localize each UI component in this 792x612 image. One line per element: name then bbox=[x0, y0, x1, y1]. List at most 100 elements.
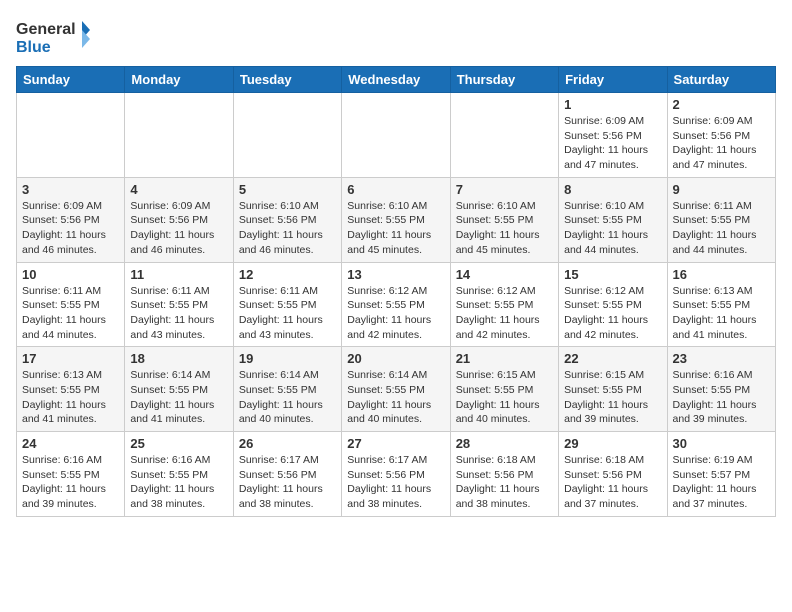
day-info: Sunrise: 6:09 AM Sunset: 5:56 PM Dayligh… bbox=[673, 114, 770, 173]
calendar-cell: 12 Sunrise: 6:11 AM Sunset: 5:55 PM Dayli… bbox=[233, 262, 341, 347]
day-info: Sunrise: 6:09 AM Sunset: 5:56 PM Dayligh… bbox=[130, 199, 227, 258]
day-number: 20 bbox=[347, 351, 444, 366]
logo: GeneralBlue bbox=[16, 16, 96, 58]
day-header-thursday: Thursday bbox=[450, 67, 558, 93]
day-number: 21 bbox=[456, 351, 553, 366]
logo-icon: GeneralBlue bbox=[16, 16, 96, 58]
day-header-wednesday: Wednesday bbox=[342, 67, 450, 93]
day-info: Sunrise: 6:10 AM Sunset: 5:55 PM Dayligh… bbox=[347, 199, 444, 258]
calendar-cell: 25 Sunrise: 6:16 AM Sunset: 5:55 PM Dayli… bbox=[125, 432, 233, 517]
day-info: Sunrise: 6:15 AM Sunset: 5:55 PM Dayligh… bbox=[456, 368, 553, 427]
calendar-cell bbox=[125, 93, 233, 178]
day-info: Sunrise: 6:11 AM Sunset: 5:55 PM Dayligh… bbox=[22, 284, 119, 343]
calendar-cell: 13 Sunrise: 6:12 AM Sunset: 5:55 PM Dayli… bbox=[342, 262, 450, 347]
day-info: Sunrise: 6:11 AM Sunset: 5:55 PM Dayligh… bbox=[239, 284, 336, 343]
day-number: 15 bbox=[564, 267, 661, 282]
day-info: Sunrise: 6:14 AM Sunset: 5:55 PM Dayligh… bbox=[130, 368, 227, 427]
day-header-tuesday: Tuesday bbox=[233, 67, 341, 93]
calendar-cell: 15 Sunrise: 6:12 AM Sunset: 5:55 PM Dayli… bbox=[559, 262, 667, 347]
day-number: 10 bbox=[22, 267, 119, 282]
day-number: 6 bbox=[347, 182, 444, 197]
calendar-week-1: 1 Sunrise: 6:09 AM Sunset: 5:56 PM Daylig… bbox=[17, 93, 776, 178]
day-number: 19 bbox=[239, 351, 336, 366]
day-info: Sunrise: 6:17 AM Sunset: 5:56 PM Dayligh… bbox=[239, 453, 336, 512]
day-info: Sunrise: 6:14 AM Sunset: 5:55 PM Dayligh… bbox=[239, 368, 336, 427]
day-number: 30 bbox=[673, 436, 770, 451]
day-number: 2 bbox=[673, 97, 770, 112]
calendar-cell: 7Sunrise: 6:10 AM Sunset: 5:55 PM Daylig… bbox=[450, 177, 558, 262]
calendar-cell: 10 Sunrise: 6:11 AM Sunset: 5:55 PM Dayli… bbox=[17, 262, 125, 347]
calendar-header-row: SundayMondayTuesdayWednesdayThursdayFrid… bbox=[17, 67, 776, 93]
day-info: Sunrise: 6:16 AM Sunset: 5:55 PM Dayligh… bbox=[130, 453, 227, 512]
day-info: Sunrise: 6:16 AM Sunset: 5:55 PM Dayligh… bbox=[673, 368, 770, 427]
day-number: 4 bbox=[130, 182, 227, 197]
calendar-cell: 6 Sunrise: 6:10 AM Sunset: 5:55 PM Daylig… bbox=[342, 177, 450, 262]
calendar-cell: 20 Sunrise: 6:14 AM Sunset: 5:55 PM Dayli… bbox=[342, 347, 450, 432]
calendar-cell: 26 Sunrise: 6:17 AM Sunset: 5:56 PM Dayli… bbox=[233, 432, 341, 517]
day-number: 29 bbox=[564, 436, 661, 451]
day-number: 25 bbox=[130, 436, 227, 451]
day-info: Sunrise: 6:09 AM Sunset: 5:56 PM Dayligh… bbox=[564, 114, 661, 173]
day-info: Sunrise: 6:11 AM Sunset: 5:55 PM Dayligh… bbox=[130, 284, 227, 343]
day-number: 26 bbox=[239, 436, 336, 451]
calendar-cell: 19 Sunrise: 6:14 AM Sunset: 5:55 PM Dayli… bbox=[233, 347, 341, 432]
calendar-week-2: 3Sunrise: 6:09 AM Sunset: 5:56 PM Daylig… bbox=[17, 177, 776, 262]
calendar-week-3: 10 Sunrise: 6:11 AM Sunset: 5:55 PM Dayli… bbox=[17, 262, 776, 347]
calendar-cell: 11 Sunrise: 6:11 AM Sunset: 5:55 PM Dayli… bbox=[125, 262, 233, 347]
day-number: 14 bbox=[456, 267, 553, 282]
day-number: 13 bbox=[347, 267, 444, 282]
day-number: 5 bbox=[239, 182, 336, 197]
day-number: 17 bbox=[22, 351, 119, 366]
day-header-monday: Monday bbox=[125, 67, 233, 93]
calendar-cell: 27 Sunrise: 6:17 AM Sunset: 5:56 PM Dayli… bbox=[342, 432, 450, 517]
calendar-cell: 5Sunrise: 6:10 AM Sunset: 5:56 PM Daylig… bbox=[233, 177, 341, 262]
day-info: Sunrise: 6:17 AM Sunset: 5:56 PM Dayligh… bbox=[347, 453, 444, 512]
calendar-cell bbox=[17, 93, 125, 178]
day-info: Sunrise: 6:18 AM Sunset: 5:56 PM Dayligh… bbox=[456, 453, 553, 512]
day-number: 18 bbox=[130, 351, 227, 366]
day-number: 7 bbox=[456, 182, 553, 197]
calendar-cell: 22 Sunrise: 6:15 AM Sunset: 5:55 PM Dayli… bbox=[559, 347, 667, 432]
calendar-cell: 18 Sunrise: 6:14 AM Sunset: 5:55 PM Dayli… bbox=[125, 347, 233, 432]
calendar-cell: 8 Sunrise: 6:10 AM Sunset: 5:55 PM Daylig… bbox=[559, 177, 667, 262]
day-number: 16 bbox=[673, 267, 770, 282]
day-info: Sunrise: 6:09 AM Sunset: 5:56 PM Dayligh… bbox=[22, 199, 119, 258]
day-info: Sunrise: 6:10 AM Sunset: 5:55 PM Dayligh… bbox=[564, 199, 661, 258]
calendar-cell bbox=[450, 93, 558, 178]
day-info: Sunrise: 6:11 AM Sunset: 5:55 PM Dayligh… bbox=[673, 199, 770, 258]
calendar-week-4: 17Sunrise: 6:13 AM Sunset: 5:55 PM Dayli… bbox=[17, 347, 776, 432]
calendar: SundayMondayTuesdayWednesdayThursdayFrid… bbox=[16, 66, 776, 517]
day-number: 11 bbox=[130, 267, 227, 282]
day-info: Sunrise: 6:16 AM Sunset: 5:55 PM Dayligh… bbox=[22, 453, 119, 512]
day-info: Sunrise: 6:18 AM Sunset: 5:56 PM Dayligh… bbox=[564, 453, 661, 512]
day-info: Sunrise: 6:15 AM Sunset: 5:55 PM Dayligh… bbox=[564, 368, 661, 427]
day-number: 1 bbox=[564, 97, 661, 112]
day-info: Sunrise: 6:14 AM Sunset: 5:55 PM Dayligh… bbox=[347, 368, 444, 427]
day-info: Sunrise: 6:12 AM Sunset: 5:55 PM Dayligh… bbox=[564, 284, 661, 343]
calendar-cell: 3Sunrise: 6:09 AM Sunset: 5:56 PM Daylig… bbox=[17, 177, 125, 262]
calendar-cell: 4 Sunrise: 6:09 AM Sunset: 5:56 PM Daylig… bbox=[125, 177, 233, 262]
svg-text:Blue: Blue bbox=[16, 39, 51, 56]
day-number: 8 bbox=[564, 182, 661, 197]
day-info: Sunrise: 6:19 AM Sunset: 5:57 PM Dayligh… bbox=[673, 453, 770, 512]
day-number: 22 bbox=[564, 351, 661, 366]
calendar-cell bbox=[233, 93, 341, 178]
day-number: 23 bbox=[673, 351, 770, 366]
page-header: GeneralBlue bbox=[16, 16, 776, 58]
calendar-cell: 14 Sunrise: 6:12 AM Sunset: 5:55 PM Dayli… bbox=[450, 262, 558, 347]
calendar-cell: 30 Sunrise: 6:19 AM Sunset: 5:57 PM Dayli… bbox=[667, 432, 775, 517]
day-header-friday: Friday bbox=[559, 67, 667, 93]
day-number: 12 bbox=[239, 267, 336, 282]
calendar-week-5: 24Sunrise: 6:16 AM Sunset: 5:55 PM Dayli… bbox=[17, 432, 776, 517]
day-info: Sunrise: 6:13 AM Sunset: 5:55 PM Dayligh… bbox=[673, 284, 770, 343]
calendar-cell: 23 Sunrise: 6:16 AM Sunset: 5:55 PM Dayli… bbox=[667, 347, 775, 432]
day-number: 27 bbox=[347, 436, 444, 451]
day-info: Sunrise: 6:12 AM Sunset: 5:55 PM Dayligh… bbox=[456, 284, 553, 343]
calendar-cell: 29 Sunrise: 6:18 AM Sunset: 5:56 PM Dayli… bbox=[559, 432, 667, 517]
calendar-cell: 2 Sunrise: 6:09 AM Sunset: 5:56 PM Daylig… bbox=[667, 93, 775, 178]
calendar-cell bbox=[342, 93, 450, 178]
day-header-saturday: Saturday bbox=[667, 67, 775, 93]
day-info: Sunrise: 6:12 AM Sunset: 5:55 PM Dayligh… bbox=[347, 284, 444, 343]
day-number: 9 bbox=[673, 182, 770, 197]
calendar-cell: 16 Sunrise: 6:13 AM Sunset: 5:55 PM Dayli… bbox=[667, 262, 775, 347]
